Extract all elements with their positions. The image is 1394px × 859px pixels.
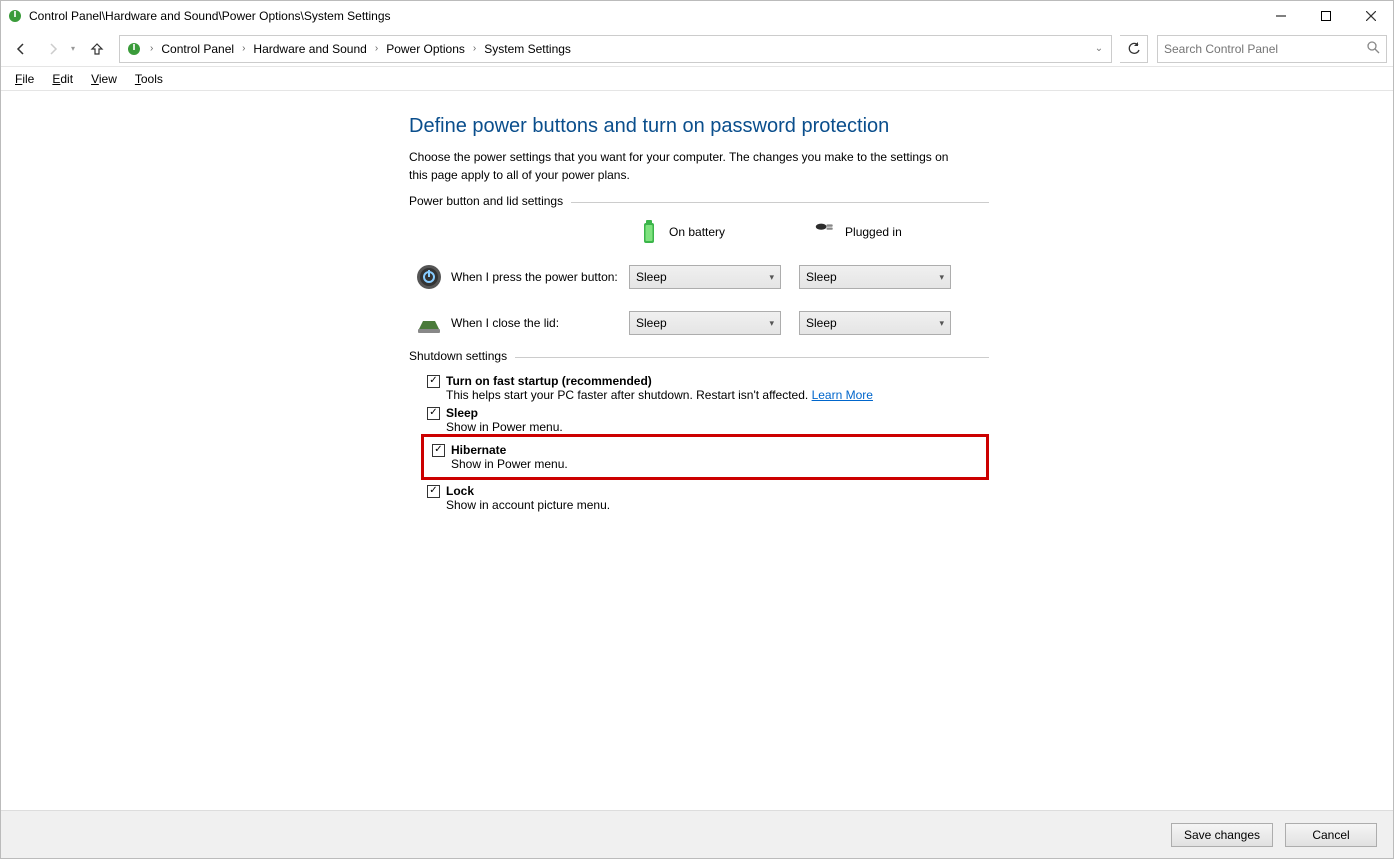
option-sleep: ✓ Sleep Show in Power menu. xyxy=(427,406,989,434)
checkbox-lock[interactable]: ✓ xyxy=(427,485,440,498)
checkbox-hibernate[interactable]: ✓ xyxy=(432,444,445,457)
desc-hibernate: Show in Power menu. xyxy=(451,457,978,471)
group-label: Power button and lid settings xyxy=(409,194,571,208)
save-changes-button[interactable]: Save changes xyxy=(1171,823,1273,847)
close-button[interactable] xyxy=(1348,1,1393,31)
menu-bar: File Edit View Tools xyxy=(1,67,1393,91)
power-button-icon xyxy=(415,263,443,291)
checkbox-fast-startup[interactable]: ✓ xyxy=(427,375,440,388)
breadcrumb-hardware-sound[interactable]: Hardware and Sound xyxy=(249,37,370,61)
select-power-button-plugged[interactable]: Sleep ▾ xyxy=(799,265,951,289)
address-dropdown-icon[interactable]: ⌄ xyxy=(1089,43,1109,54)
forward-button[interactable] xyxy=(39,35,67,63)
chevron-down-icon: ▾ xyxy=(769,272,774,283)
cancel-button[interactable]: Cancel xyxy=(1285,823,1377,847)
desc-fast-startup: This helps start your PC faster after sh… xyxy=(446,388,989,402)
checkbox-sleep[interactable]: ✓ xyxy=(427,407,440,420)
chevron-down-icon: ▾ xyxy=(939,272,944,283)
desc-sleep: Show in Power menu. xyxy=(446,420,989,434)
breadcrumb-control-panel[interactable]: Control Panel xyxy=(157,37,238,61)
page-title: Define power buttons and turn on passwor… xyxy=(409,115,989,138)
option-hibernate: ✓ Hibernate Show in Power menu. xyxy=(432,443,978,471)
option-lock: ✓ Lock Show in account picture menu. xyxy=(427,484,989,512)
group-power-button-lid: Power button and lid settings On battery… xyxy=(409,202,989,349)
search-input[interactable] xyxy=(1164,42,1380,56)
nav-bar: ▾ › Control Panel › Hardware and Sound ›… xyxy=(1,31,1393,67)
power-options-icon xyxy=(126,41,142,57)
recent-locations-dropdown[interactable]: ▾ xyxy=(71,44,79,53)
chevron-right-icon[interactable]: › xyxy=(148,43,155,54)
chevron-right-icon[interactable]: › xyxy=(373,43,380,54)
col-on-battery: On battery xyxy=(669,225,725,239)
chevron-down-icon: ▾ xyxy=(939,318,944,329)
group-shutdown-settings: Shutdown settings ✓ Turn on fast startup… xyxy=(409,357,989,528)
chevron-right-icon[interactable]: › xyxy=(471,43,478,54)
address-bar[interactable]: › Control Panel › Hardware and Sound › P… xyxy=(119,35,1112,63)
menu-edit[interactable]: Edit xyxy=(44,70,81,88)
row-power-button: When I press the power button: Sleep ▾ S… xyxy=(409,263,989,291)
window-controls xyxy=(1258,1,1393,31)
group-label: Shutdown settings xyxy=(409,349,515,363)
footer: Save changes Cancel xyxy=(1,810,1393,858)
battery-icon xyxy=(639,219,659,245)
laptop-lid-icon xyxy=(415,309,443,337)
plug-icon xyxy=(815,219,835,245)
label-close-lid: When I close the lid: xyxy=(451,316,629,330)
page-subtitle: Choose the power settings that you want … xyxy=(409,148,969,184)
power-options-icon xyxy=(7,8,23,24)
option-fast-startup: ✓ Turn on fast startup (recommended) Thi… xyxy=(427,374,989,402)
desc-lock: Show in account picture menu. xyxy=(446,498,989,512)
window-title: Control Panel\Hardware and Sound\Power O… xyxy=(29,9,391,23)
breadcrumb-system-settings[interactable]: System Settings xyxy=(480,37,575,61)
select-lid-plugged[interactable]: Sleep ▾ xyxy=(799,311,951,335)
menu-view[interactable]: View xyxy=(83,70,125,88)
highlight-hibernate: ✓ Hibernate Show in Power menu. xyxy=(421,434,989,480)
menu-file[interactable]: File xyxy=(7,70,42,88)
chevron-down-icon: ▾ xyxy=(769,318,774,329)
up-button[interactable] xyxy=(83,35,111,63)
search-box[interactable] xyxy=(1157,35,1387,63)
label-sleep: Sleep xyxy=(446,406,478,420)
col-plugged-in: Plugged in xyxy=(845,225,902,239)
label-power-button: When I press the power button: xyxy=(451,270,629,284)
search-icon[interactable] xyxy=(1367,41,1380,57)
content-area: Define power buttons and turn on passwor… xyxy=(1,93,1393,810)
label-fast-startup: Turn on fast startup (recommended) xyxy=(446,374,652,388)
title-bar: Control Panel\Hardware and Sound\Power O… xyxy=(1,1,1393,31)
select-lid-battery[interactable]: Sleep ▾ xyxy=(629,311,781,335)
menu-tools[interactable]: Tools xyxy=(127,70,171,88)
back-button[interactable] xyxy=(7,35,35,63)
refresh-button[interactable] xyxy=(1120,35,1148,63)
breadcrumb-power-options[interactable]: Power Options xyxy=(382,37,469,61)
minimize-button[interactable] xyxy=(1258,1,1303,31)
label-lock: Lock xyxy=(446,484,474,498)
chevron-right-icon[interactable]: › xyxy=(240,43,247,54)
learn-more-link[interactable]: Learn More xyxy=(812,388,873,402)
maximize-button[interactable] xyxy=(1303,1,1348,31)
column-headers: On battery Plugged in xyxy=(639,219,989,245)
select-power-button-battery[interactable]: Sleep ▾ xyxy=(629,265,781,289)
label-hibernate: Hibernate xyxy=(451,443,506,457)
row-close-lid: When I close the lid: Sleep ▾ Sleep ▾ xyxy=(409,309,989,337)
